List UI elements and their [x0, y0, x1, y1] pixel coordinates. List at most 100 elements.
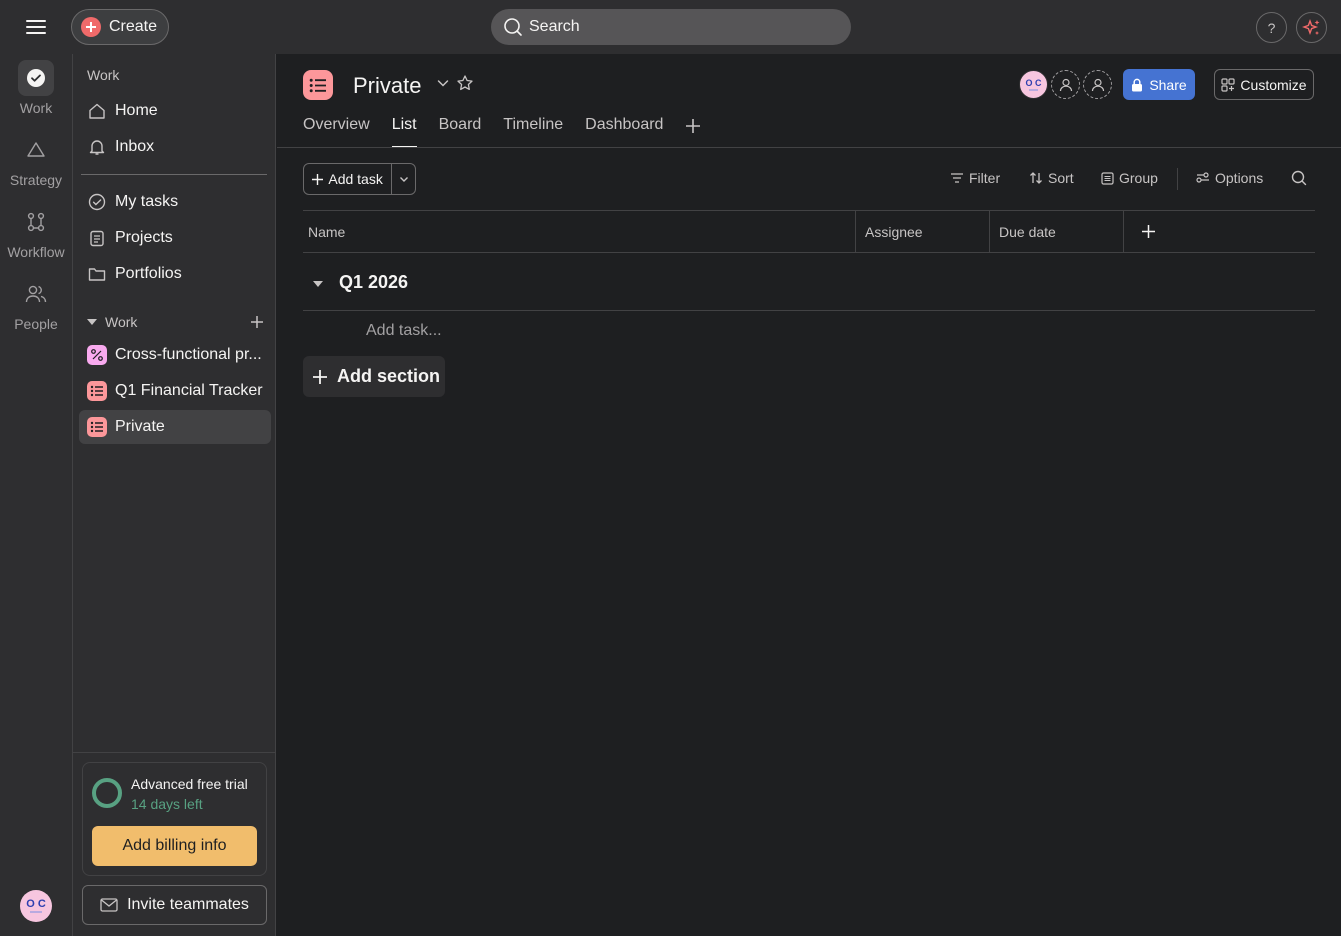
sidebar-item-private[interactable]: Private — [79, 410, 271, 444]
avatar-initials: O C — [1025, 78, 1042, 88]
caret-down-icon[interactable] — [311, 278, 325, 290]
add-section-label: Add section — [337, 366, 441, 386]
sidebar-item-projects[interactable]: Projects — [79, 221, 271, 255]
invite-label: Invite teammates — [127, 896, 249, 913]
inline-add-task[interactable]: Add task... — [366, 322, 442, 340]
empty-member-slot[interactable] — [1051, 70, 1080, 99]
grid-icon — [1221, 77, 1236, 92]
empty-member-slot[interactable] — [1083, 70, 1112, 99]
sidebar-item-home[interactable]: Home — [79, 94, 271, 128]
plus-icon — [81, 17, 101, 37]
rail-label: Workflow — [7, 244, 65, 260]
invite-teammates-button[interactable]: Invite teammates — [82, 885, 267, 925]
rail-item-work[interactable]: Work — [0, 60, 72, 116]
add-billing-info-button[interactable]: Add billing info — [92, 826, 257, 866]
filter-button[interactable]: Filter — [950, 170, 1000, 186]
options-icon — [1196, 172, 1210, 184]
tab-timeline[interactable]: Timeline — [503, 116, 585, 148]
group-button[interactable]: Group — [1101, 170, 1158, 186]
sidebar-section-work[interactable]: Work — [87, 312, 263, 332]
list-project-icon — [87, 417, 107, 437]
sidebar-item-q1-financial-tracker[interactable]: Q1 Financial Tracker — [79, 374, 271, 408]
main-content: Private O C Share Customize Overview Lis… — [277, 54, 1341, 936]
triangle-icon — [18, 132, 54, 168]
tab-list[interactable]: List — [391, 116, 439, 148]
folder-icon — [87, 264, 107, 284]
sidebar-item-portfolios[interactable]: Portfolios — [79, 257, 271, 291]
project-tabs: Overview List Board Timeline Dashboard — [303, 116, 685, 148]
column-header-assignee[interactable]: Assignee — [865, 211, 923, 252]
section-header: Q1 2026 — [303, 266, 1315, 311]
mail-icon — [100, 898, 118, 912]
search-input[interactable]: Search — [491, 9, 851, 45]
sidebar-heading: Work — [87, 67, 120, 83]
section-title[interactable]: Q1 2026 — [339, 272, 408, 293]
sidebar-item-my-tasks[interactable]: My tasks — [79, 185, 271, 219]
column-resize-handle[interactable] — [855, 211, 856, 252]
add-task-button-group: Add task — [303, 163, 416, 195]
star-icon[interactable] — [456, 74, 474, 92]
workflow-project-icon — [87, 345, 107, 365]
add-project-icon[interactable] — [251, 316, 263, 328]
sidebar-item-cross-functional[interactable]: Cross-functional pr... — [79, 338, 271, 372]
list-column-headers: Name Assignee Due date — [303, 210, 1315, 253]
column-resize-handle[interactable] — [989, 211, 990, 252]
rail-item-workflow[interactable]: Workflow — [0, 204, 72, 260]
help-label: ? — [1267, 19, 1276, 36]
share-button[interactable]: Share — [1123, 69, 1195, 100]
column-resize-handle[interactable] — [1123, 211, 1124, 252]
sort-button[interactable]: Sort — [1029, 170, 1074, 186]
tab-board[interactable]: Board — [439, 116, 504, 148]
left-rail: Work Strategy Workflow People O C — [0, 54, 72, 936]
avatar[interactable]: O C — [20, 890, 52, 922]
check-circle-icon — [18, 60, 54, 96]
list-project-icon[interactable] — [303, 70, 333, 100]
add-tab-icon[interactable] — [685, 118, 701, 134]
rail-item-people[interactable]: People — [0, 276, 72, 332]
search-list-button[interactable] — [1291, 170, 1307, 186]
sort-icon — [1029, 171, 1043, 185]
rail-label: Work — [19, 100, 53, 116]
create-button[interactable]: Create — [71, 9, 169, 45]
customize-label: Customize — [1240, 76, 1307, 93]
lock-icon — [1131, 78, 1143, 92]
person-icon — [1090, 77, 1106, 93]
trial-progress-ring — [92, 778, 122, 808]
plus-icon — [312, 173, 324, 185]
sparkle-icon — [1301, 18, 1322, 38]
person-icon — [1058, 77, 1074, 93]
tab-overview[interactable]: Overview — [303, 116, 392, 148]
add-task-label: Add task — [328, 171, 383, 187]
add-task-dropdown[interactable] — [392, 164, 415, 194]
chevron-down-icon[interactable] — [436, 76, 450, 90]
project-members[interactable]: O C — [1019, 70, 1112, 99]
rail-item-strategy[interactable]: Strategy — [0, 132, 72, 188]
search-placeholder: Search — [529, 18, 580, 35]
customize-button[interactable]: Customize — [1214, 69, 1314, 100]
help-button[interactable]: ? — [1256, 12, 1287, 43]
caret-down-icon[interactable] — [87, 318, 97, 326]
ai-sparkle-button[interactable] — [1296, 12, 1327, 43]
add-column-icon[interactable] — [1142, 211, 1155, 252]
workflow-icon — [18, 204, 54, 240]
search-icon — [503, 17, 523, 37]
top-bar: Create Search ? — [0, 0, 1341, 54]
menu-icon[interactable] — [22, 14, 50, 40]
check-circle-icon — [87, 192, 107, 212]
rail-label: People — [14, 316, 58, 332]
sidebar: Work Home Inbox My tasks Projects Portfo… — [72, 54, 276, 936]
add-task-button[interactable]: Add task — [304, 164, 393, 194]
avatar[interactable]: O C — [1019, 70, 1048, 99]
list-project-icon — [87, 381, 107, 401]
column-header-due-date[interactable]: Due date — [999, 211, 1056, 252]
home-icon — [87, 101, 107, 121]
add-section-button[interactable]: Add section — [303, 356, 445, 397]
filter-label: Filter — [969, 170, 1001, 186]
sidebar-item-inbox[interactable]: Inbox — [79, 130, 271, 164]
plus-icon — [313, 369, 327, 384]
options-button[interactable]: Options — [1196, 170, 1263, 186]
tab-dashboard[interactable]: Dashboard — [585, 116, 685, 148]
clipboard-icon — [87, 228, 107, 248]
column-header-name[interactable]: Name — [308, 211, 345, 252]
sidebar-divider — [81, 174, 267, 175]
